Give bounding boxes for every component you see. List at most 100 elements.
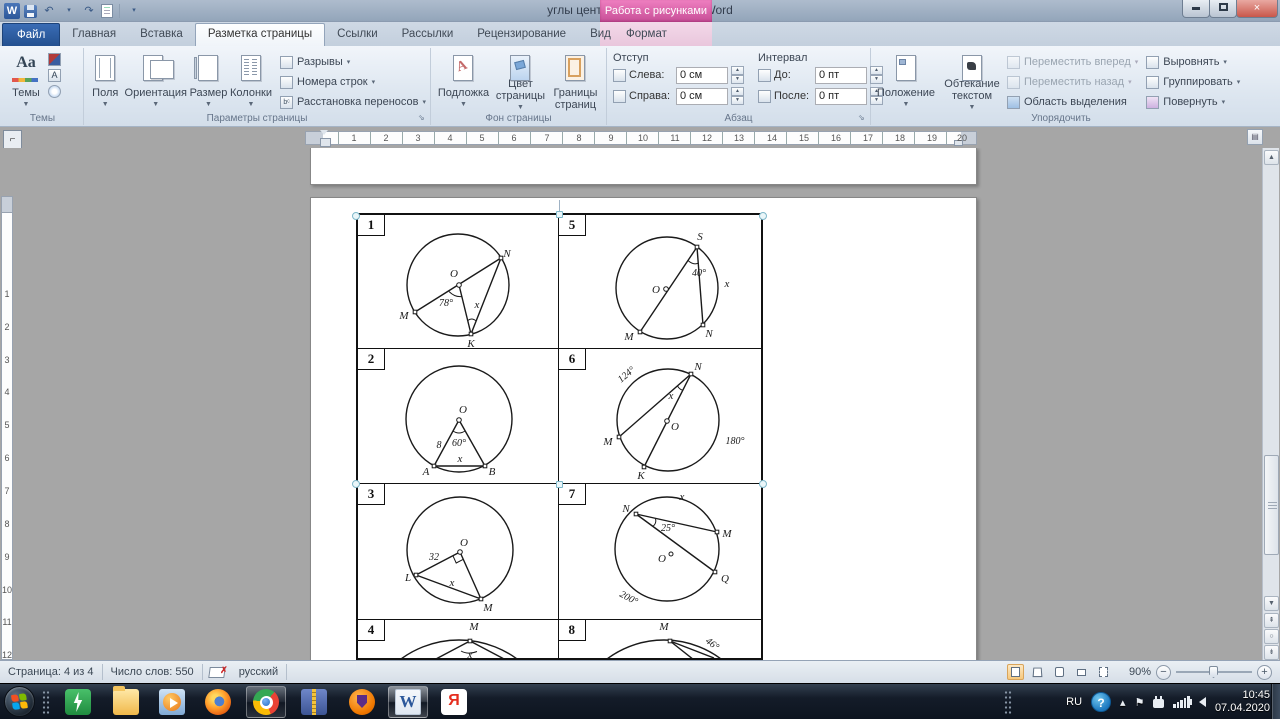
draft-view-button[interactable] [1095, 664, 1112, 680]
start-button[interactable] [4, 686, 35, 717]
tab-stop-selector[interactable]: ⌐ [3, 130, 22, 149]
language-switcher[interactable]: RU [1066, 696, 1082, 708]
hidden-icons-arrow[interactable]: ▴ [1120, 696, 1126, 709]
line-numbers-button[interactable]: Номера строк ▾ [280, 73, 426, 91]
spacing-before-input[interactable] [815, 66, 867, 84]
rotate-button[interactable]: Повернуть ▾ [1146, 93, 1240, 111]
theme-fonts-icon[interactable]: A [48, 69, 61, 82]
tab-mailings[interactable]: Рассылки [390, 24, 466, 46]
diagram-cell-2[interactable]: 2 O A B 60° 8 x [358, 349, 559, 484]
proofing-errors-icon[interactable] [209, 665, 228, 678]
scrollbar-thumb[interactable] [1264, 455, 1279, 555]
tab-file[interactable]: Файл [2, 23, 61, 46]
ruler-toggle-button[interactable]: ▤ [1247, 129, 1263, 145]
theme-colors-icon[interactable] [48, 53, 61, 66]
taskbar-yandex-browser[interactable] [434, 686, 474, 718]
power-icon[interactable] [1153, 696, 1165, 708]
page-color-button[interactable]: Цвет страницы ▼ [492, 50, 549, 114]
diagram-cell-1[interactable]: 1 O M N K 78° x [358, 215, 559, 349]
help-tray-icon[interactable]: ? [1091, 692, 1112, 712]
scroll-down-button[interactable]: ▼ [1264, 596, 1279, 611]
tab-review[interactable]: Рецензирование [465, 24, 578, 46]
action-center-flag-icon[interactable]: ⚑ [1135, 696, 1145, 709]
taskbar-archiver-app[interactable] [294, 686, 334, 718]
taskbar-explorer[interactable] [106, 686, 146, 718]
taskbar-green-lightning-app[interactable] [58, 686, 98, 718]
orientation-button[interactable]: Ориентация ▼ [125, 50, 187, 114]
previous-page-button[interactable]: ⇞ [1264, 613, 1279, 628]
wrap-text-button[interactable]: Обтекание текстом ▼ [941, 50, 1003, 114]
point-label: O [652, 284, 660, 296]
show-desktop-button[interactable] [1271, 684, 1280, 719]
diagram-cell-4[interactable]: 4 M x [358, 620, 559, 658]
diagram-cell-7[interactable]: 7 N M Q O 25° x 200° [559, 484, 761, 620]
indent-right-spinner[interactable]: ▲ ▼ [731, 87, 744, 105]
diagram-cell-6[interactable]: 6 N M K O x 124° 180° [559, 349, 761, 484]
next-page-button[interactable]: ⇟ [1264, 645, 1279, 660]
minimize-button[interactable] [1182, 0, 1210, 18]
tab-home[interactable]: Главная [60, 24, 128, 46]
clock[interactable]: 10:45 07.04.2020 [1215, 689, 1270, 715]
spacing-after-input[interactable] [815, 87, 867, 105]
language-indicator[interactable]: русский [231, 666, 286, 678]
diagram-table[interactable]: 1 O M N K 78° x 5 S O M N 40° x 2 O A B … [356, 213, 763, 660]
zoom-out-button[interactable]: − [1156, 664, 1171, 680]
breaks-button[interactable]: Разрывы ▾ [280, 53, 426, 71]
zoom-in-button[interactable]: + [1257, 664, 1272, 680]
taskbar-media-player[interactable] [152, 686, 192, 718]
indent-markers[interactable] [320, 130, 331, 147]
horizontal-ruler[interactable]: 1 2 3 4 5 6 7 8 9 10 11 12 13 14 15 16 1… [305, 130, 977, 147]
theme-effects-icon[interactable] [48, 85, 61, 98]
taskbar-antivirus-app[interactable] [342, 686, 382, 718]
margins-button[interactable]: Поля ▼ [88, 50, 123, 114]
outline-view-button[interactable] [1073, 664, 1090, 680]
zoom-level[interactable]: 90% [1117, 666, 1151, 678]
reading-view-button[interactable] [1029, 664, 1046, 680]
maximize-button[interactable] [1209, 0, 1237, 18]
align-button[interactable]: Выровнять ▾ [1146, 53, 1240, 71]
word-count[interactable]: Число слов: 550 [103, 666, 202, 678]
taskbar-firefox[interactable] [198, 686, 238, 718]
selection-handle-bottom-center[interactable] [556, 481, 563, 488]
vertical-ruler[interactable]: 1 2 3 4 5 6 7 8 9 10 11 12 13 [1, 196, 13, 660]
taskbar-chrome[interactable] [246, 686, 286, 718]
diagram-cell-8[interactable]: 8 M 46° [558, 620, 761, 658]
tab-page-layout[interactable]: Разметка страницы [194, 23, 326, 46]
indent-right-input[interactable] [676, 87, 728, 105]
web-layout-view-button[interactable] [1051, 664, 1068, 680]
group-button[interactable]: Группировать ▾ [1146, 73, 1240, 91]
position-button[interactable]: Положение ▼ [875, 50, 937, 114]
indent-left-spinner[interactable]: ▲ ▼ [731, 66, 744, 84]
scroll-up-button[interactable]: ▲ [1264, 150, 1279, 165]
zoom-slider[interactable] [1176, 666, 1252, 678]
tab-format[interactable]: Формат [614, 23, 679, 46]
zoom-slider-thumb[interactable] [1209, 666, 1218, 678]
indent-left-input[interactable] [676, 66, 728, 84]
volume-icon[interactable] [1187, 697, 1206, 707]
hyphenation-button[interactable]: bᶜ Расстановка переносов ▾ [280, 93, 426, 111]
diagram-cell-5[interactable]: 5 S O M N 40° x [559, 215, 761, 349]
tab-insert[interactable]: Вставка [128, 24, 195, 46]
print-layout-view-button[interactable] [1007, 664, 1024, 680]
ruler-number: 7 [4, 486, 10, 496]
selection-handle-top-right[interactable] [759, 212, 767, 220]
page-setup-dialog-launcher[interactable]: ⇘ [418, 113, 428, 123]
size-button[interactable]: Размер ▼ [189, 50, 228, 114]
themes-button[interactable]: Aa Темы ▼ [4, 50, 48, 114]
selection-pane-button[interactable]: Область выделения [1007, 93, 1138, 111]
selection-handle-top-center[interactable] [556, 211, 563, 218]
columns-button[interactable]: Колонки ▼ [230, 50, 272, 114]
page-borders-button[interactable]: Границы страниц [549, 50, 602, 114]
vertical-scrollbar[interactable]: ▲ ▼ ⇞ ○ ⇟ [1262, 148, 1279, 660]
selection-handle-bottom-right[interactable] [759, 480, 767, 488]
tab-references[interactable]: Ссылки [325, 24, 390, 46]
close-button[interactable]: × [1236, 0, 1278, 18]
selection-handle-bottom-left[interactable] [352, 480, 360, 488]
page-indicator[interactable]: Страница: 4 из 4 [0, 666, 102, 678]
watermark-button[interactable]: A Подложка ▼ [435, 50, 492, 114]
taskbar-word[interactable] [388, 686, 428, 718]
selection-handle-top-left[interactable] [352, 212, 360, 220]
diagram-cell-3[interactable]: 3 O L M 32 x [358, 484, 559, 620]
paragraph-dialog-launcher[interactable]: ⇘ [858, 113, 868, 123]
browse-object-button[interactable]: ○ [1264, 629, 1279, 644]
